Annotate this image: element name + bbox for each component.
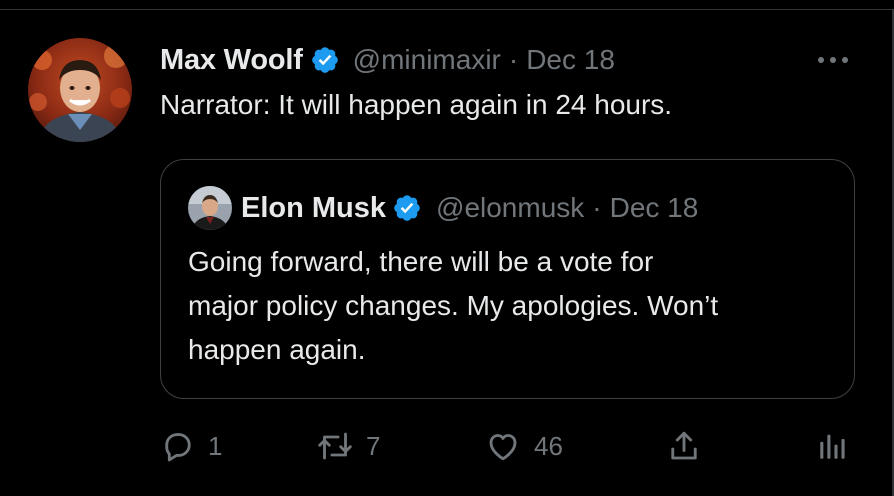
tweet-date[interactable]: Dec 18 (526, 44, 615, 76)
tweet-card[interactable]: Max Woolf @minimaxir · Dec 18 Narrator: … (0, 0, 894, 496)
tweet-header: Max Woolf @minimaxir · Dec 18 (160, 40, 615, 80)
like-button[interactable]: 46 (484, 426, 563, 466)
quoted-author-name[interactable]: Elon Musk (241, 192, 386, 225)
author-avatar[interactable] (28, 38, 132, 142)
quoted-tweet-text: Going forward, there will be a vote for … (188, 240, 838, 372)
more-options-icon[interactable] (815, 46, 851, 74)
action-bar: 1 7 46 (0, 420, 894, 474)
like-icon (484, 428, 522, 464)
separator-dot: · (592, 192, 602, 223)
author-name[interactable]: Max Woolf (160, 44, 303, 77)
quoted-text-line: happen again. (188, 334, 366, 365)
quoted-author-handle[interactable]: @elonmusk (436, 192, 584, 224)
reply-button[interactable]: 1 (160, 426, 222, 466)
quoted-text-line: major policy changes. My apologies. Won’… (188, 290, 719, 321)
divider (0, 9, 894, 10)
retweet-icon (316, 428, 354, 464)
quoted-header: Elon Musk @elonmusk · Dec 18 (241, 188, 698, 228)
quoted-text-line: Going forward, there will be a vote for (188, 246, 654, 277)
retweet-count: 7 (366, 430, 381, 461)
like-count: 46 (534, 430, 563, 461)
reply-icon (160, 428, 196, 464)
verified-badge-icon (310, 45, 340, 75)
quoted-tweet-date[interactable]: Dec 18 (610, 192, 699, 224)
analytics-button[interactable] (816, 426, 850, 466)
tweet-text: Narrator: It will happen again in 24 hou… (160, 89, 673, 120)
reply-count: 1 (208, 430, 223, 461)
share-icon (666, 427, 702, 465)
retweet-button[interactable]: 7 (316, 426, 380, 466)
quoted-tweet[interactable]: Elon Musk @elonmusk · Dec 18 Going forwa… (160, 159, 855, 399)
separator-dot: · (508, 44, 519, 75)
author-handle[interactable]: @minimaxir (353, 44, 501, 76)
quoted-author-avatar (188, 186, 232, 230)
analytics-icon (816, 429, 850, 463)
share-button[interactable] (666, 426, 702, 466)
verified-badge-icon (392, 193, 422, 223)
